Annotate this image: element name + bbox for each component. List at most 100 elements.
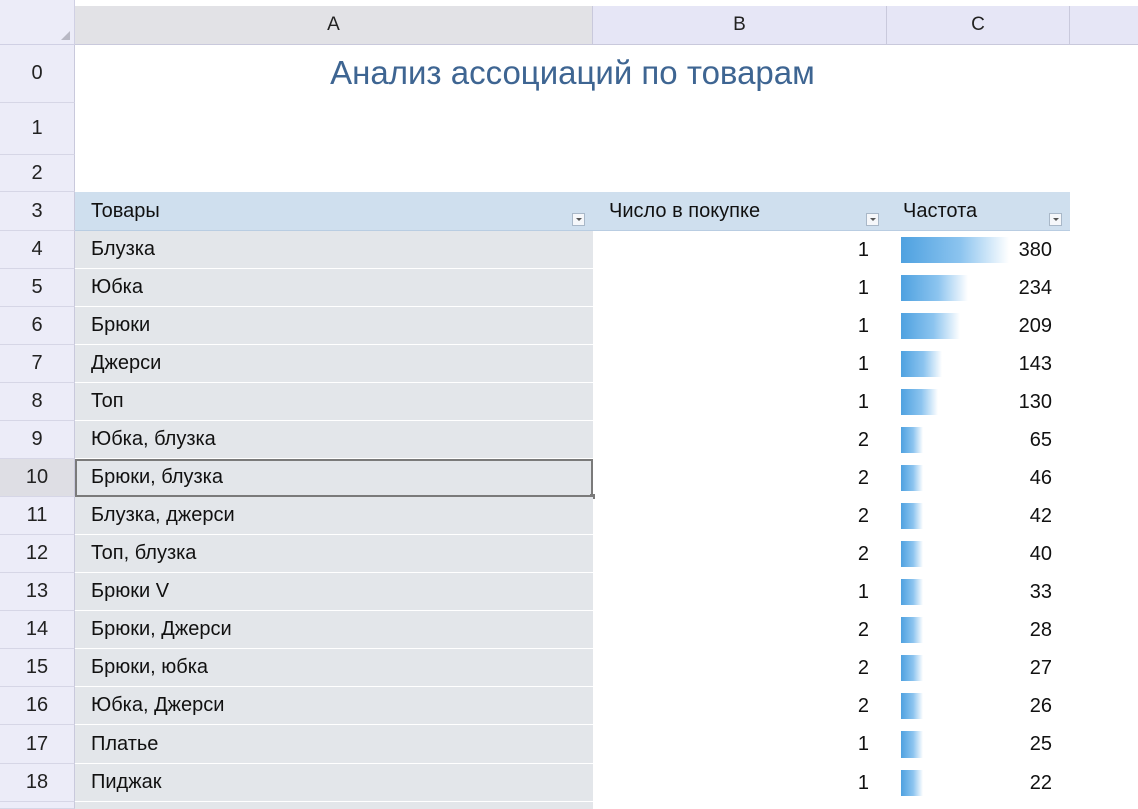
table-row-frequency-cell[interactable]: 234 xyxy=(887,269,1070,307)
table-row-count-cell[interactable]: 1 xyxy=(593,725,887,764)
table-row-frequency-cell[interactable]: 40 xyxy=(887,535,1070,573)
table-row-count-cell[interactable]: 2 xyxy=(593,459,887,497)
table-header-frequency-label: Частота xyxy=(903,199,978,222)
row-header[interactable]: 7 xyxy=(0,345,75,383)
spreadsheet: A B C Анализ ассоциаций по товарам Товар… xyxy=(0,0,1138,809)
data-bar xyxy=(901,313,960,339)
table-header-count: Число в покупке xyxy=(593,192,887,231)
partial-row xyxy=(75,802,593,809)
frequency-value: 65 xyxy=(1029,428,1052,451)
data-bar xyxy=(901,351,942,377)
table-row-frequency-cell[interactable]: 42 xyxy=(887,497,1070,535)
table-row-item-cell[interactable]: Брюки V xyxy=(75,573,593,611)
table-row-frequency-cell[interactable]: 22 xyxy=(887,764,1070,802)
row-header[interactable]: 17 xyxy=(0,725,75,764)
data-bar xyxy=(901,503,923,529)
row-header[interactable]: 4 xyxy=(0,231,75,269)
column-header-b[interactable]: B xyxy=(593,6,887,45)
data-bar xyxy=(901,693,923,719)
row-header[interactable]: 11 xyxy=(0,497,75,535)
sheet-title: Анализ ассоциаций по товарам xyxy=(330,54,815,91)
table-header-count-label: Число в покупке xyxy=(609,199,761,222)
table-row-frequency-cell[interactable]: 46 xyxy=(887,459,1070,497)
table-header-frequency: Частота xyxy=(887,192,1070,231)
row-header[interactable]: 9 xyxy=(0,421,75,459)
table-row-count-cell[interactable]: 1 xyxy=(593,764,887,802)
column-header-d[interactable] xyxy=(1070,6,1138,45)
select-all-icon xyxy=(61,31,70,40)
table-row-count-cell[interactable]: 2 xyxy=(593,421,887,459)
row-header[interactable]: 0 xyxy=(0,45,75,103)
table-row-frequency-cell[interactable]: 25 xyxy=(887,725,1070,764)
filter-dropdown-icon[interactable] xyxy=(1049,213,1062,226)
table-header-items-label: Товары xyxy=(91,199,160,222)
frequency-value: 130 xyxy=(1018,390,1052,413)
table-row-item-cell[interactable]: Юбка xyxy=(75,269,593,307)
frequency-value: 28 xyxy=(1029,618,1052,641)
data-bar xyxy=(901,237,1009,263)
table-row-count-cell[interactable]: 1 xyxy=(593,307,887,345)
frequency-value: 27 xyxy=(1029,656,1052,679)
row-header[interactable]: 13 xyxy=(0,573,75,611)
table-row-count-cell[interactable]: 1 xyxy=(593,231,887,269)
table-row-count-cell[interactable]: 1 xyxy=(593,383,887,421)
column-header-a[interactable]: A xyxy=(75,6,593,45)
table-row-frequency-cell[interactable]: 33 xyxy=(887,573,1070,611)
row-header[interactable]: 2 xyxy=(0,155,75,192)
row-header[interactable]: 8 xyxy=(0,383,75,421)
table-row-count-cell[interactable]: 1 xyxy=(593,345,887,383)
table-row-item-cell[interactable]: Блузка, джерси xyxy=(75,497,593,535)
frequency-value: 42 xyxy=(1029,504,1052,527)
row-header[interactable]: 3 xyxy=(0,192,75,231)
table-row-item-cell[interactable]: Пиджак xyxy=(75,764,593,802)
table-row-item-cell[interactable]: Брюки, блузка xyxy=(75,459,593,497)
table-row-frequency-cell[interactable]: 143 xyxy=(887,345,1070,383)
row-header[interactable]: 18 xyxy=(0,764,75,802)
table-row-frequency-cell[interactable]: 28 xyxy=(887,611,1070,649)
table-row-frequency-cell[interactable]: 380 xyxy=(887,231,1070,269)
table-row-item-cell[interactable]: Блузка xyxy=(75,231,593,269)
table-row-item-cell[interactable]: Топ xyxy=(75,383,593,421)
column-header-c[interactable]: C xyxy=(887,6,1070,45)
table-row-item-cell[interactable]: Джерси xyxy=(75,345,593,383)
filter-dropdown-icon[interactable] xyxy=(572,213,585,226)
table-row-item-cell[interactable]: Брюки, юбка xyxy=(75,649,593,687)
table-header-items: Товары xyxy=(75,192,593,231)
table-row-count-cell[interactable]: 1 xyxy=(593,573,887,611)
data-bar xyxy=(901,655,923,681)
row-header[interactable]: 16 xyxy=(0,687,75,725)
table-row-count-cell[interactable]: 1 xyxy=(593,269,887,307)
table-row-frequency-cell[interactable]: 209 xyxy=(887,307,1070,345)
row-header[interactable]: 12 xyxy=(0,535,75,573)
table-row-frequency-cell[interactable]: 27 xyxy=(887,649,1070,687)
table-row-count-cell[interactable]: 2 xyxy=(593,497,887,535)
select-all-corner[interactable] xyxy=(0,0,75,45)
table-row-item-cell[interactable]: Топ, блузка xyxy=(75,535,593,573)
row-header[interactable]: 10 xyxy=(0,459,75,497)
table-row-item-cell[interactable]: Платье xyxy=(75,725,593,764)
row-header[interactable]: 6 xyxy=(0,307,75,345)
data-bar xyxy=(901,427,923,453)
data-bar xyxy=(901,770,923,796)
data-bar xyxy=(901,389,938,415)
row-header[interactable]: 15 xyxy=(0,649,75,687)
table-row-count-cell[interactable]: 2 xyxy=(593,687,887,725)
table-row-frequency-cell[interactable]: 65 xyxy=(887,421,1070,459)
table-row-item-cell[interactable]: Юбка, блузка xyxy=(75,421,593,459)
table-row-count-cell[interactable]: 2 xyxy=(593,649,887,687)
row-header[interactable]: 1 xyxy=(0,103,75,155)
table-row-item-cell[interactable]: Брюки xyxy=(75,307,593,345)
row-header-filler xyxy=(0,802,75,809)
table-row-item-cell[interactable]: Юбка, Джерси xyxy=(75,687,593,725)
filter-dropdown-icon[interactable] xyxy=(866,213,879,226)
table-row-frequency-cell[interactable]: 130 xyxy=(887,383,1070,421)
table-row-item-cell[interactable]: Брюки, Джерси xyxy=(75,611,593,649)
row-header[interactable]: 14 xyxy=(0,611,75,649)
data-bar xyxy=(901,731,923,758)
table-row-frequency-cell[interactable]: 26 xyxy=(887,687,1070,725)
frequency-value: 40 xyxy=(1029,542,1052,565)
row-header[interactable]: 5 xyxy=(0,269,75,307)
table-row-count-cell[interactable]: 2 xyxy=(593,535,887,573)
table-row-count-cell[interactable]: 2 xyxy=(593,611,887,649)
frequency-value: 26 xyxy=(1029,694,1052,717)
